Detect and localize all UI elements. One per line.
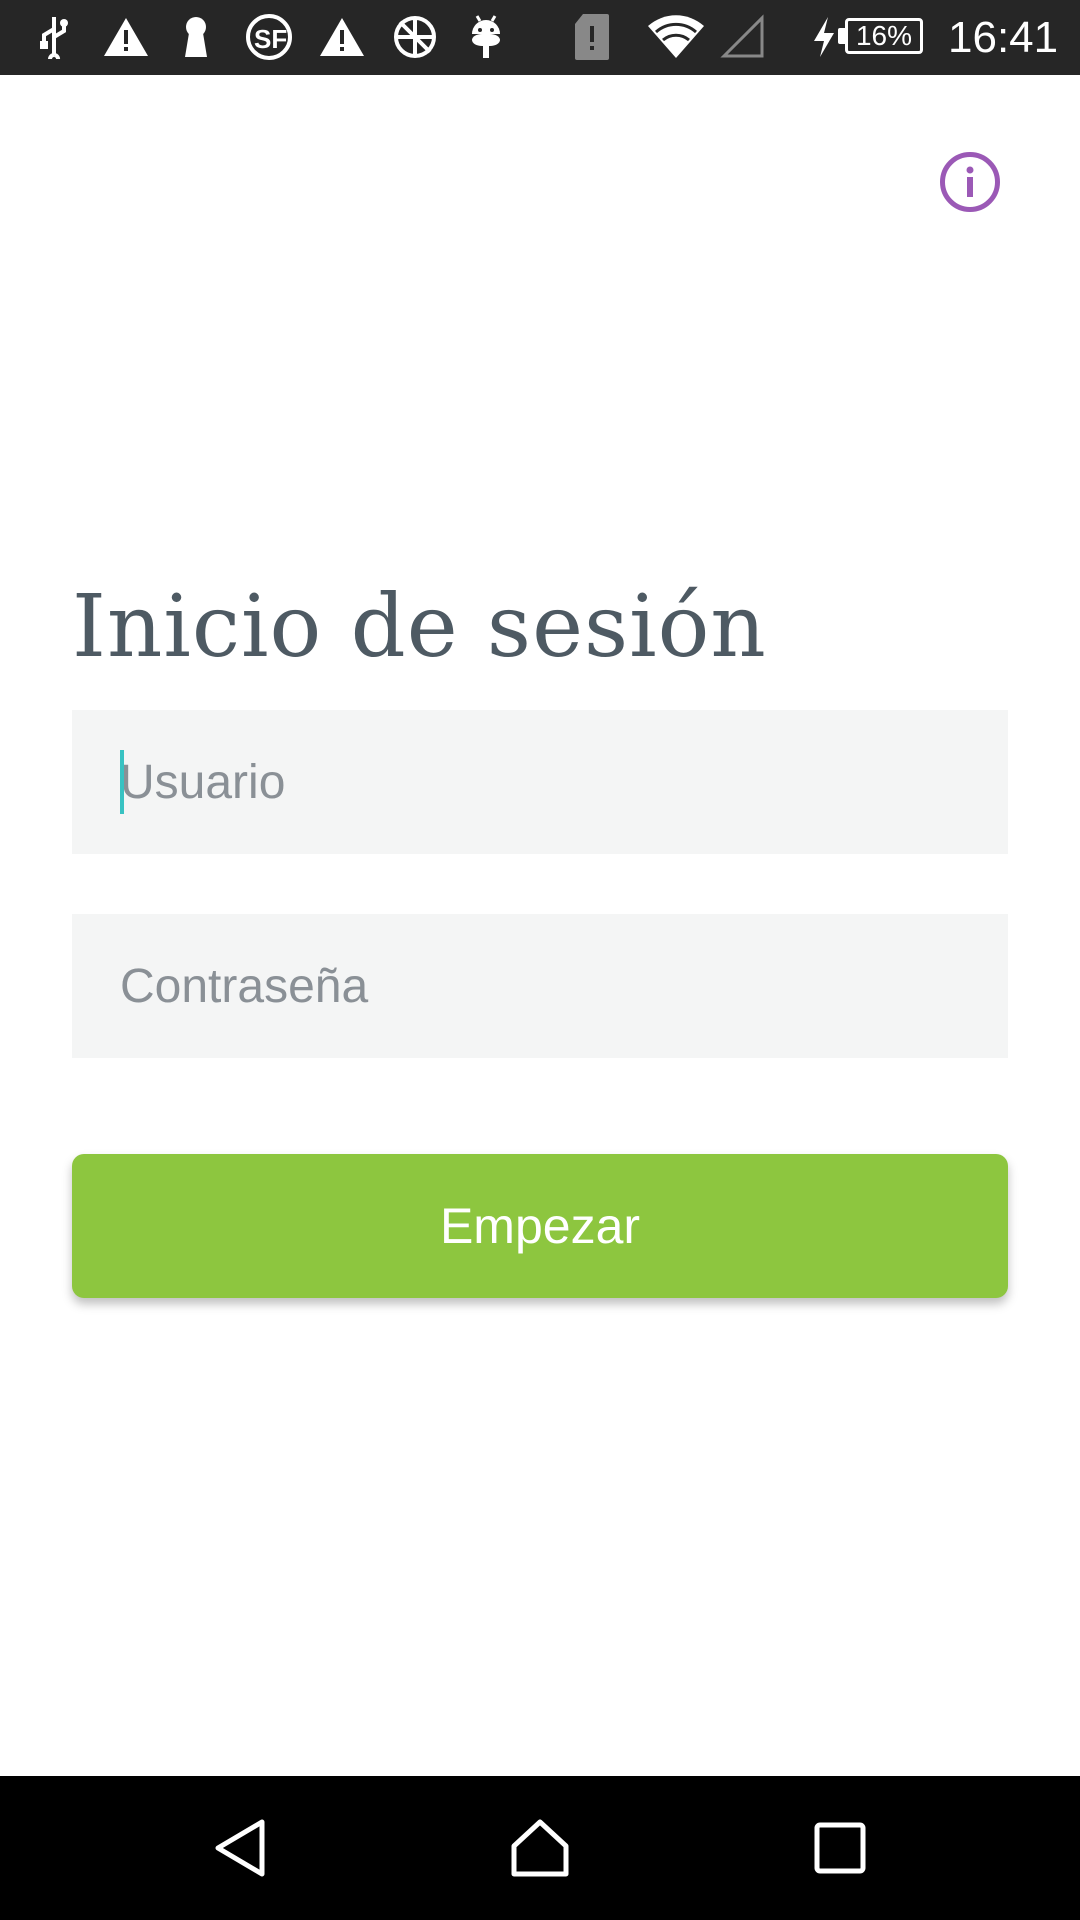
password-field[interactable] — [72, 914, 1008, 1058]
sim-alert-icon — [570, 14, 614, 60]
back-icon — [215, 1819, 265, 1877]
recents-icon — [814, 1822, 866, 1874]
warning-icon — [316, 14, 368, 60]
text-cursor — [120, 750, 124, 814]
sf-icon: SF — [242, 14, 296, 60]
start-button[interactable]: Empezar — [72, 1154, 1008, 1298]
clock: 16:41 — [948, 13, 1059, 62]
svg-text:SF: SF — [254, 24, 287, 54]
no-network-icon — [390, 14, 440, 60]
android-icon — [466, 14, 506, 60]
username-field[interactable] — [72, 710, 1008, 854]
battery-percent: 16% — [855, 20, 913, 51]
wifi-icon — [644, 14, 708, 60]
back-button[interactable] — [170, 1776, 310, 1920]
battery-icon: 16% — [845, 18, 923, 54]
home-button[interactable] — [470, 1776, 610, 1920]
navigation-bar — [0, 1776, 1080, 1920]
home-icon — [511, 1819, 569, 1877]
info-button[interactable] — [940, 152, 1000, 212]
recents-button[interactable] — [770, 1776, 910, 1920]
keyhole-icon — [176, 14, 216, 60]
status-bar: SF 16% 16:41 — [0, 0, 1080, 75]
username-input[interactable] — [120, 710, 980, 854]
charging-icon — [808, 14, 840, 60]
page-title: Inicio de sesión — [72, 577, 767, 677]
info-icon — [966, 166, 974, 197]
password-input[interactable] — [120, 914, 980, 1058]
start-button-label: Empezar — [439, 1198, 641, 1254]
warning-icon — [100, 14, 152, 60]
usb-icon — [32, 14, 76, 60]
signal-icon — [718, 14, 768, 60]
